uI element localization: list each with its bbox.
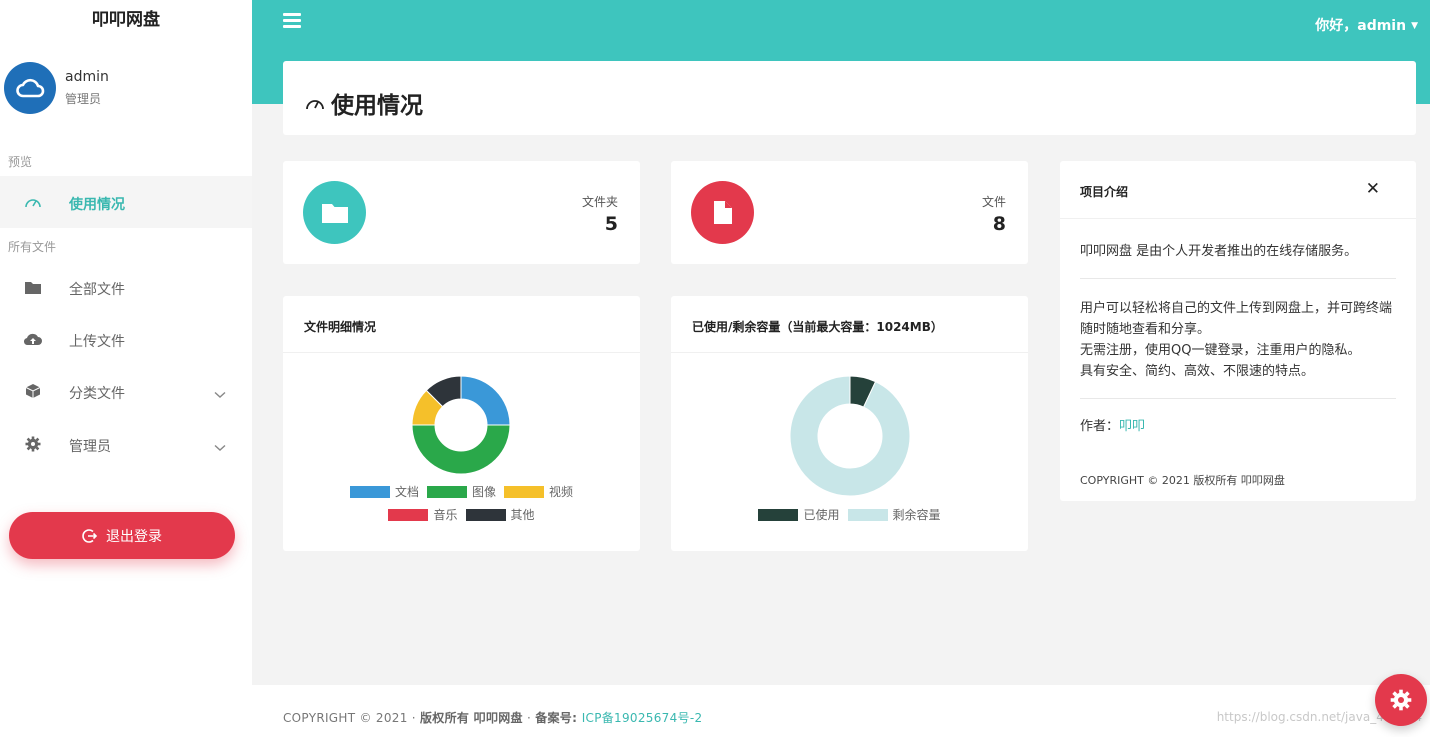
sidebar-item-label: 分类文件 <box>69 386 125 402</box>
intro-paragraph: 叩叩网盘 是由个人开发者推出的在线存储服务。 <box>1080 244 1358 259</box>
sidebar-item-label: 管理员 <box>69 439 111 455</box>
stat-card-folders: 文件夹 5 <box>283 161 640 264</box>
footer-text: COPYRIGHT © 2021 · 版权所有 叩叩网盘 · 备案号: ICP备… <box>283 711 703 725</box>
intro-copyright: COPYRIGHT © 2021 版权所有 叩叩网盘 <box>1080 474 1285 487</box>
avatar[interactable] <box>4 62 56 114</box>
section-label-all-files: 所有文件 <box>8 240 57 254</box>
cloud-icon <box>16 78 45 98</box>
stat-label: 文件夹 <box>581 195 618 209</box>
intro-card: 项目介绍 ✕ 叩叩网盘 是由个人开发者推出的在线存储服务。 用户可以轻松将自己的… <box>1060 161 1416 501</box>
cloud-upload-icon <box>24 331 42 347</box>
stat-value: 8 <box>992 213 1006 235</box>
sidebar-item-admin[interactable]: 管理员 <box>0 418 252 470</box>
sidebar-item-categories[interactable]: 分类文件 <box>0 365 252 417</box>
app-title: 叩叩网盘 <box>92 10 160 30</box>
folder-icon <box>24 279 42 295</box>
legend-item[interactable]: 其他 <box>465 506 535 523</box>
donut-slice-图像[interactable] <box>412 424 510 474</box>
stat-label: 文件 <box>981 195 1006 209</box>
caret-down-icon: ▼ <box>1411 21 1418 31</box>
gear-icon <box>24 436 42 452</box>
legend-item[interactable]: 图像 <box>426 483 496 500</box>
gauge-icon <box>24 194 42 210</box>
sidebar-item-label: 使用情况 <box>69 197 125 213</box>
icp-link[interactable]: ICP备19025674号-2 <box>582 711 703 725</box>
legend-item[interactable]: 剩余容量 <box>847 506 941 523</box>
page-title: 使用情况 <box>305 86 423 120</box>
legend-item[interactable]: 音乐 <box>388 506 458 523</box>
user-profile: admin 管理员 <box>4 62 109 114</box>
chart-legend: 文档 图像 视频 <box>283 483 640 500</box>
author-line: 作者：叩叩 <box>1080 419 1146 434</box>
donut-slice-文档[interactable] <box>460 376 510 426</box>
donut-slice-剩余容量[interactable] <box>790 376 910 496</box>
stat-icon-circle <box>691 181 754 244</box>
page-header: 使用情况 <box>283 61 1416 135</box>
page-title-text: 使用情况 <box>331 93 423 119</box>
menu-toggle-icon[interactable] <box>283 13 301 29</box>
close-icon[interactable]: ✕ <box>1366 179 1380 199</box>
greeting-text: 你好，admin <box>1315 18 1407 34</box>
stat-value: 5 <box>604 213 618 235</box>
chart-legend: 已使用 剩余容量 <box>671 506 1028 523</box>
stat-icon-circle <box>303 181 366 244</box>
user-menu[interactable]: 你好，admin ▼ <box>1315 15 1418 35</box>
gear-icon <box>1390 689 1412 711</box>
settings-fab[interactable] <box>1375 674 1427 726</box>
legend-item[interactable]: 文档 <box>349 483 419 500</box>
sidebar: 叩叩网盘 admin 管理员 预览 使用情况 所有文件 全部文件 上传文件 分类… <box>0 0 252 737</box>
user-role: 管理员 <box>65 92 102 106</box>
chart-card-file-detail: 文件明细情况 文档 图像 视频 音乐 其他 <box>283 296 640 551</box>
chevron-down-icon <box>214 384 226 403</box>
chart-title: 已使用/剩余容量（当前最大容量：1024MB） <box>692 320 943 334</box>
sidebar-item-label: 上传文件 <box>69 334 125 350</box>
folder-icon <box>321 204 348 223</box>
chart-title: 文件明细情况 <box>304 320 377 334</box>
author-link[interactable]: 叩叩 <box>1119 419 1145 434</box>
intro-paragraph: 用户可以轻松将自己的文件上传到网盘上，并可跨终端随时随地查看和分享。 无需注册，… <box>1080 301 1393 379</box>
donut-chart-file-detail <box>412 376 510 474</box>
chart-card-capacity: 已使用/剩余容量（当前最大容量：1024MB） 已使用 剩余容量 <box>671 296 1028 551</box>
logout-button[interactable]: 退出登录 <box>9 512 235 559</box>
file-icon <box>713 201 732 224</box>
legend-item[interactable]: 视频 <box>504 483 573 500</box>
sidebar-item-upload[interactable]: 上传文件 <box>0 313 252 365</box>
user-name: admin <box>65 69 109 85</box>
sidebar-item-all-files[interactable]: 全部文件 <box>0 261 252 313</box>
footer: COPYRIGHT © 2021 · 版权所有 叩叩网盘 · 备案号: ICP备… <box>252 685 1430 737</box>
logout-label: 退出登录 <box>106 528 162 545</box>
sidebar-item-label: 全部文件 <box>69 282 125 298</box>
section-label-preview: 预览 <box>8 155 33 169</box>
donut-chart-capacity <box>790 376 910 496</box>
cube-icon <box>24 383 42 399</box>
intro-title: 项目介绍 <box>1080 185 1129 199</box>
gauge-icon <box>306 100 324 110</box>
sidebar-item-usage[interactable]: 使用情况 <box>0 176 252 228</box>
stat-card-files: 文件 8 <box>671 161 1028 264</box>
chevron-down-icon <box>214 437 226 456</box>
chart-legend: 音乐 其他 <box>283 506 640 523</box>
logout-icon <box>82 528 98 543</box>
legend-item[interactable]: 已使用 <box>758 506 840 523</box>
